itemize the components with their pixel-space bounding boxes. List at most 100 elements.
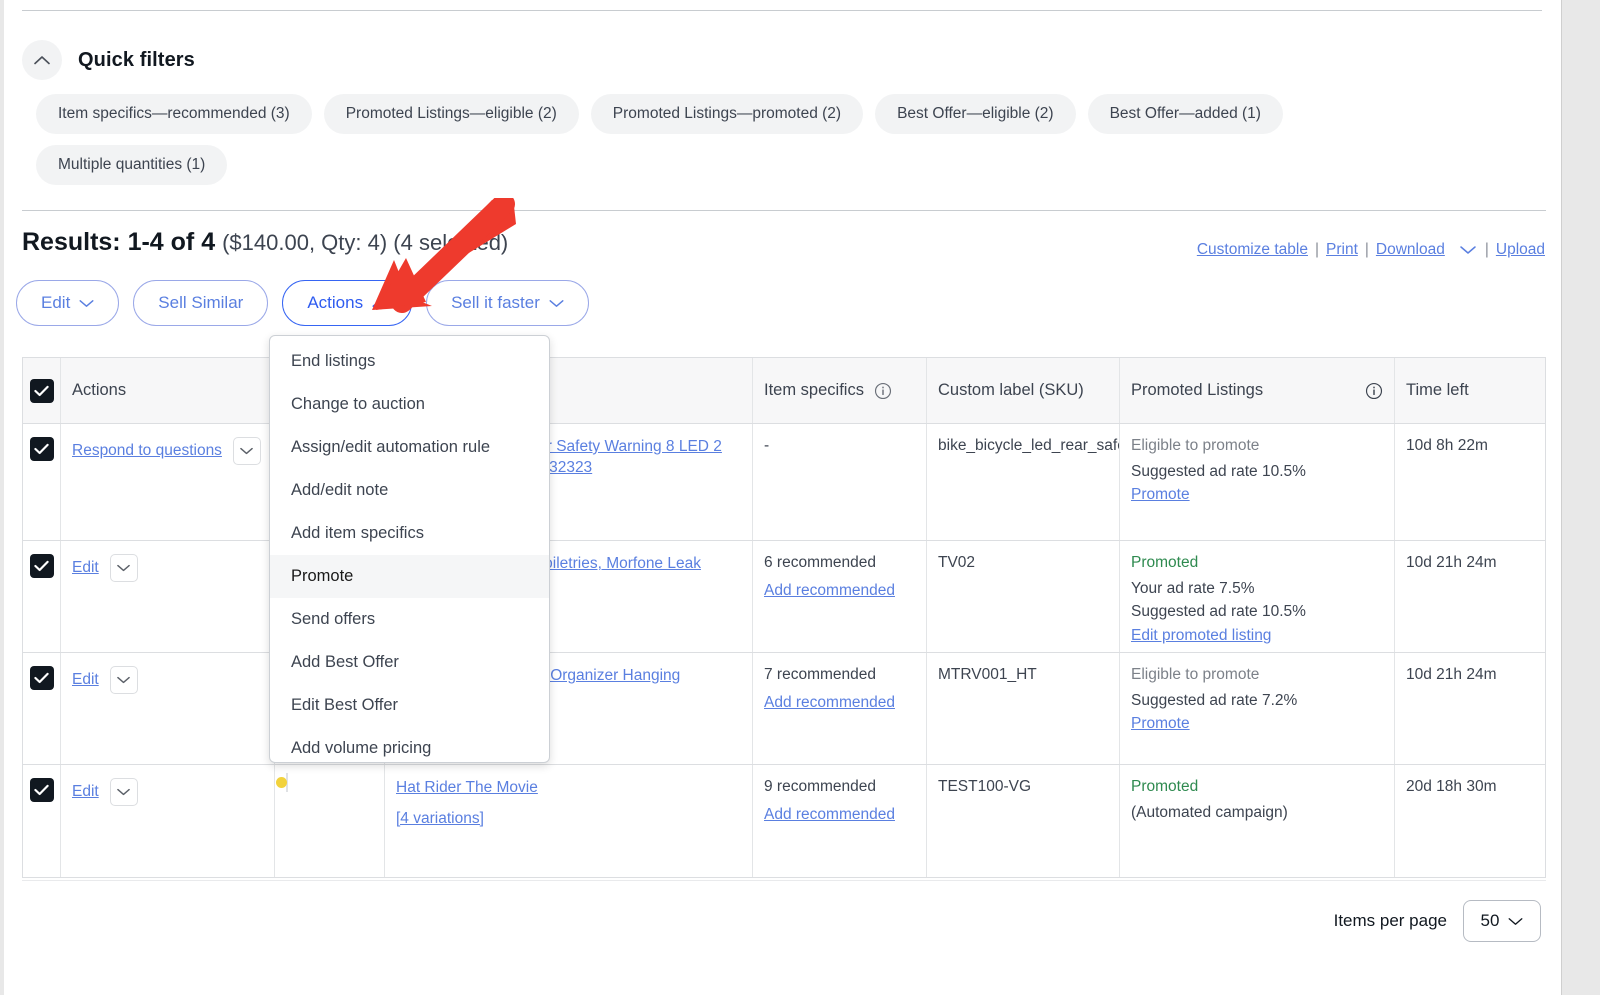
link-separator: |: [1365, 241, 1369, 259]
promo-campaign-note: (Automated campaign): [1131, 801, 1383, 824]
quick-filter-chip[interactable]: Best Offer—added (1): [1088, 94, 1283, 134]
row-actions-cell: Edit: [61, 541, 275, 652]
chevron-up-icon: [372, 299, 387, 308]
row-actions-menu-button[interactable]: [110, 554, 138, 582]
promo-status: Promoted: [1131, 554, 1383, 572]
edit-link[interactable]: Edit: [72, 671, 99, 689]
listing-thumbnail[interactable]: [286, 773, 288, 792]
edit-link[interactable]: Edit: [72, 559, 99, 577]
promo-status: Eligible to promote: [1131, 666, 1383, 684]
sku-value: MTRV001_HT: [938, 666, 1037, 683]
row-title-cell: Hat Rider The Movie [4 variations]: [385, 765, 753, 877]
items-per-page-value: 50: [1481, 911, 1500, 931]
row-checkbox[interactable]: [30, 778, 54, 802]
menu-item-promote[interactable]: Promote: [270, 555, 549, 598]
header-time-left: Time left: [1395, 358, 1545, 423]
row-item-specifics-cell: -: [753, 424, 927, 540]
row-select-cell: [23, 765, 61, 877]
header-actions: Actions: [61, 358, 275, 423]
chevron-down-icon[interactable]: [1460, 245, 1476, 255]
promo-status: Eligible to promote: [1131, 437, 1383, 455]
row-actions-menu-button[interactable]: [233, 437, 261, 465]
item-specifics-count: -: [764, 437, 915, 455]
time-left-value: 10d 21h 24m: [1406, 554, 1497, 571]
quick-filters-collapse-button[interactable]: [22, 40, 62, 80]
listings-table: Actions Item specifics Custom label (SKU…: [22, 357, 1546, 878]
menu-item-edit-best-offer[interactable]: Edit Best Offer: [270, 684, 549, 727]
quick-filter-chip[interactable]: Item specifics—recommended (3): [36, 94, 312, 134]
variations-link[interactable]: [4 variations]: [396, 810, 741, 828]
row-actions-cell: Edit: [61, 765, 275, 877]
bulk-action-button-row: Edit Sell Similar Actions Sell it faster: [16, 280, 589, 326]
menu-item-end-listings[interactable]: End listings: [270, 340, 549, 383]
menu-item-add-edit-note[interactable]: Add/edit note: [270, 469, 549, 512]
row-actions-cell: Edit: [61, 653, 275, 764]
items-per-page-select[interactable]: 50: [1463, 900, 1541, 942]
sell-similar-button-label: Sell Similar: [158, 293, 243, 313]
row-sku-cell: MTRV001_HT: [927, 653, 1120, 764]
row-checkbox[interactable]: [30, 666, 54, 690]
row-checkbox[interactable]: [30, 437, 54, 461]
menu-item-change-to-auction[interactable]: Change to auction: [270, 383, 549, 426]
actions-dropdown-menu[interactable]: End listings Change to auction Assign/ed…: [269, 335, 550, 763]
add-recommended-link[interactable]: Add recommended: [764, 806, 915, 824]
promo-suggested-rate: Suggested ad rate 10.5%: [1131, 600, 1383, 623]
download-link[interactable]: Download: [1376, 241, 1445, 259]
row-select-cell: [23, 653, 61, 764]
promote-link[interactable]: Promote: [1131, 486, 1190, 504]
item-specifics-count: 7 recommended: [764, 666, 915, 684]
row-time-left-cell: 10d 21h 24m: [1395, 541, 1545, 652]
menu-item-add-volume-pricing[interactable]: Add volume pricing: [270, 727, 549, 763]
link-separator: |: [1485, 241, 1489, 259]
upload-link[interactable]: Upload: [1496, 241, 1545, 259]
sell-it-faster-button[interactable]: Sell it faster: [426, 280, 589, 326]
sku-value: bike_bicycle_led_rear_safety: [938, 437, 1120, 454]
edit-promoted-listing-link[interactable]: Edit promoted listing: [1131, 627, 1271, 645]
row-promoted-cell: Eligible to promote Suggested ad rate 10…: [1120, 424, 1395, 540]
menu-item-add-best-offer[interactable]: Add Best Offer: [270, 641, 549, 684]
menu-item-add-item-specifics[interactable]: Add item specifics: [270, 512, 549, 555]
quick-filters-header: Quick filters: [22, 40, 195, 80]
row-item-specifics-cell: 6 recommended Add recommended: [753, 541, 927, 652]
row-actions-menu-button[interactable]: [110, 778, 138, 806]
info-icon[interactable]: [1365, 382, 1383, 400]
quick-filter-chip[interactable]: Best Offer—eligible (2): [875, 94, 1076, 134]
chevron-down-icon: [117, 788, 130, 796]
chevron-down-icon: [79, 299, 94, 308]
row-actions-menu-button[interactable]: [110, 666, 138, 694]
row-checkbox[interactable]: [30, 554, 54, 578]
menu-item-assign-edit-automation-rule[interactable]: Assign/edit automation rule: [270, 426, 549, 469]
row-actions-cell: Respond to questions: [61, 424, 275, 540]
chevron-down-icon: [240, 447, 253, 455]
header-custom-label-label: Custom label (SKU): [938, 381, 1084, 400]
listing-title-link[interactable]: Hat Rider The Movie: [396, 778, 741, 799]
actions-button[interactable]: Actions: [282, 280, 412, 326]
respond-to-questions-link[interactable]: Respond to questions: [72, 442, 222, 460]
row-promoted-cell: Eligible to promote Suggested ad rate 7.…: [1120, 653, 1395, 764]
sell-similar-button[interactable]: Sell Similar: [133, 280, 268, 326]
promote-link[interactable]: Promote: [1131, 715, 1190, 733]
row-item-specifics-cell: 7 recommended Add recommended: [753, 653, 927, 764]
info-icon[interactable]: [874, 382, 892, 400]
add-recommended-link[interactable]: Add recommended: [764, 694, 915, 712]
edit-button[interactable]: Edit: [16, 280, 119, 326]
customize-table-link[interactable]: Customize table: [1197, 241, 1308, 259]
edit-link[interactable]: Edit: [72, 783, 99, 801]
add-recommended-link[interactable]: Add recommended: [764, 582, 915, 600]
row-select-cell: [23, 541, 61, 652]
print-link[interactable]: Print: [1326, 241, 1358, 259]
time-left-value: 10d 8h 22m: [1406, 437, 1488, 454]
row-promoted-cell: Promoted (Automated campaign): [1120, 765, 1395, 877]
actions-button-label: Actions: [307, 293, 363, 313]
top-divider: [22, 10, 1542, 11]
menu-item-send-offers[interactable]: Send offers: [270, 598, 549, 641]
quick-filter-chip[interactable]: Promoted Listings—promoted (2): [591, 94, 863, 134]
row-select-cell: [23, 424, 61, 540]
select-all-checkbox[interactable]: [30, 379, 54, 403]
footer-divider: [22, 880, 1546, 881]
header-promoted-listings: Promoted Listings: [1120, 358, 1395, 423]
time-left-value: 10d 21h 24m: [1406, 666, 1497, 683]
table-tools-links: Customize table | Print | Download | Upl…: [1197, 241, 1545, 259]
quick-filter-chip[interactable]: Promoted Listings—eligible (2): [324, 94, 579, 134]
quick-filter-chip[interactable]: Multiple quantities (1): [36, 145, 227, 185]
